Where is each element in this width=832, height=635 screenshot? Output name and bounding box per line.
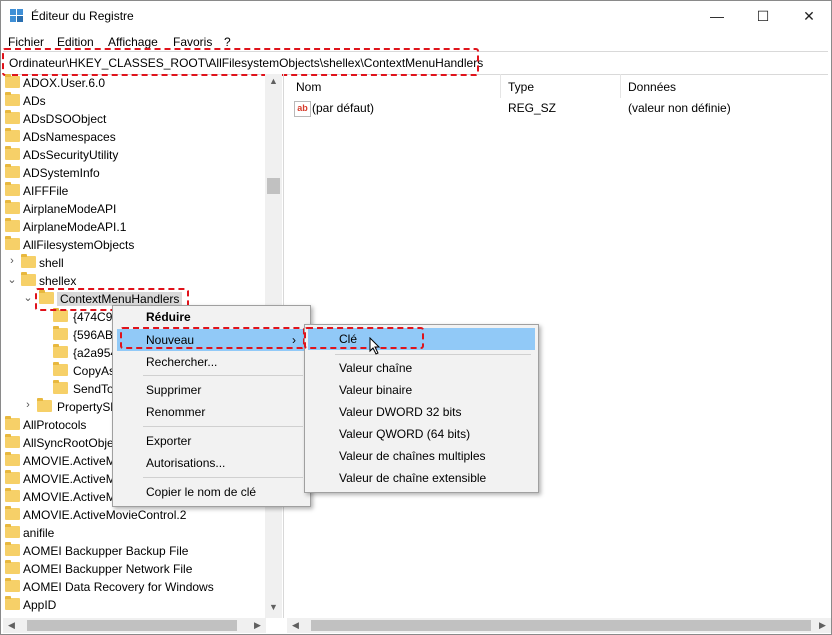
folder-icon [53, 308, 68, 322]
column-data-header[interactable]: Données [628, 80, 676, 94]
menu-item-reduire[interactable]: Réduire [113, 306, 310, 328]
folder-icon [5, 434, 20, 448]
window-title: Éditeur du Registre [31, 9, 134, 23]
scroll-up-icon[interactable]: ▲ [265, 76, 282, 86]
folder-icon [5, 416, 20, 430]
folder-icon [5, 146, 20, 160]
tree-horizontal-scrollbar[interactable]: ◀ ▶ [3, 618, 266, 633]
folder-icon [53, 380, 68, 394]
menu-item-copier-nom-cle[interactable]: Copier le nom de clé [113, 481, 310, 503]
close-button[interactable]: ✕ [786, 1, 832, 32]
folder-icon [5, 596, 20, 610]
address-highlight [2, 48, 479, 76]
folder-icon [37, 398, 52, 412]
submenu-item-valeur-binaire[interactable]: Valeur binaire [305, 379, 538, 401]
menu-help[interactable]: ? [224, 35, 231, 49]
menu-item-renommer[interactable]: Renommer [113, 401, 310, 423]
column-divider[interactable] [620, 74, 621, 98]
chevron-right-icon[interactable]: › [7, 255, 17, 267]
scroll-right-icon[interactable]: ▶ [249, 620, 266, 631]
value-type[interactable]: REG_SZ [508, 101, 556, 115]
menu-item-rechercher[interactable]: Rechercher... [113, 351, 310, 373]
scrollbar-thumb[interactable] [267, 178, 280, 194]
menu-edition[interactable]: Edition [57, 35, 94, 49]
menu-item-supprimer[interactable]: Supprimer [113, 379, 310, 401]
value-name[interactable]: (par défaut) [312, 101, 374, 115]
scrollbar-thumb[interactable] [27, 620, 237, 631]
menu-separator [143, 375, 303, 376]
folder-icon [53, 362, 68, 376]
folder-icon [5, 200, 20, 214]
column-name-header[interactable]: Nom [296, 80, 321, 94]
menu-separator [143, 477, 303, 478]
chevron-down-icon[interactable]: ⌄ [23, 291, 33, 304]
scroll-right-icon[interactable]: ▶ [814, 620, 831, 631]
folder-icon [53, 344, 68, 358]
submenu-item-multi-string[interactable]: Valeur de chaînes multiples [305, 445, 538, 467]
folder-icon [5, 524, 20, 538]
scroll-left-icon[interactable]: ◀ [3, 620, 20, 631]
scrollbar-thumb[interactable] [311, 620, 811, 631]
folder-icon [5, 488, 20, 502]
registry-app-icon [10, 9, 24, 23]
folder-icon [5, 470, 20, 484]
menu-item-exporter[interactable]: Exporter [113, 430, 310, 452]
folder-icon [53, 326, 68, 340]
menu-fichier[interactable]: Fichier [8, 35, 44, 49]
mouse-cursor-icon [369, 337, 381, 355]
folder-icon [5, 74, 20, 88]
submenu-item-dword[interactable]: Valeur DWORD 32 bits [305, 401, 538, 423]
registry-editor-window: Éditeur du Registre — ☐ ✕ Fichier Editio… [0, 0, 832, 635]
column-type-header[interactable]: Type [508, 80, 534, 94]
menu-separator [143, 426, 303, 427]
value-data[interactable]: (valeur non définie) [628, 101, 731, 115]
submenu-item-expandable-string[interactable]: Valeur de chaîne extensible [305, 467, 538, 489]
folder-icon [21, 254, 36, 268]
maximize-button[interactable]: ☐ [740, 1, 786, 32]
chevron-down-icon[interactable]: ⌄ [7, 273, 17, 286]
list-horizontal-scrollbar[interactable]: ◀ ▶ [287, 618, 831, 633]
string-value-icon: ab [294, 101, 311, 117]
column-divider[interactable] [500, 74, 501, 98]
folder-icon [5, 110, 20, 124]
folder-icon [5, 578, 20, 592]
folder-icon [5, 236, 20, 250]
menu-separator [335, 354, 531, 355]
menu-favoris[interactable]: Favoris [173, 35, 212, 49]
scroll-left-icon[interactable]: ◀ [287, 620, 304, 631]
folder-icon [5, 560, 20, 574]
folder-icon [5, 128, 20, 142]
folder-icon [5, 452, 20, 466]
nouveau-highlight [120, 327, 305, 349]
folder-icon [5, 218, 20, 232]
chevron-right-icon[interactable]: › [23, 399, 33, 411]
folder-icon [21, 272, 36, 286]
minimize-button[interactable]: — [694, 1, 740, 32]
submenu-item-qword[interactable]: Valeur QWORD (64 bits) [305, 423, 538, 445]
title-bar: Éditeur du Registre — ☐ ✕ [1, 1, 831, 32]
folder-icon [5, 506, 20, 520]
scroll-down-icon[interactable]: ▼ [265, 602, 282, 612]
new-submenu: Clé Valeur chaîne Valeur binaire Valeur … [304, 324, 539, 493]
folder-icon [5, 164, 20, 178]
submenu-item-valeur-chaine[interactable]: Valeur chaîne [305, 357, 538, 379]
cle-highlight [304, 327, 424, 349]
folder-icon [5, 542, 20, 556]
menu-affichage[interactable]: Affichage [108, 35, 158, 49]
menu-item-autorisations[interactable]: Autorisations... [113, 452, 310, 474]
folder-icon [5, 92, 20, 106]
folder-icon [5, 182, 20, 196]
